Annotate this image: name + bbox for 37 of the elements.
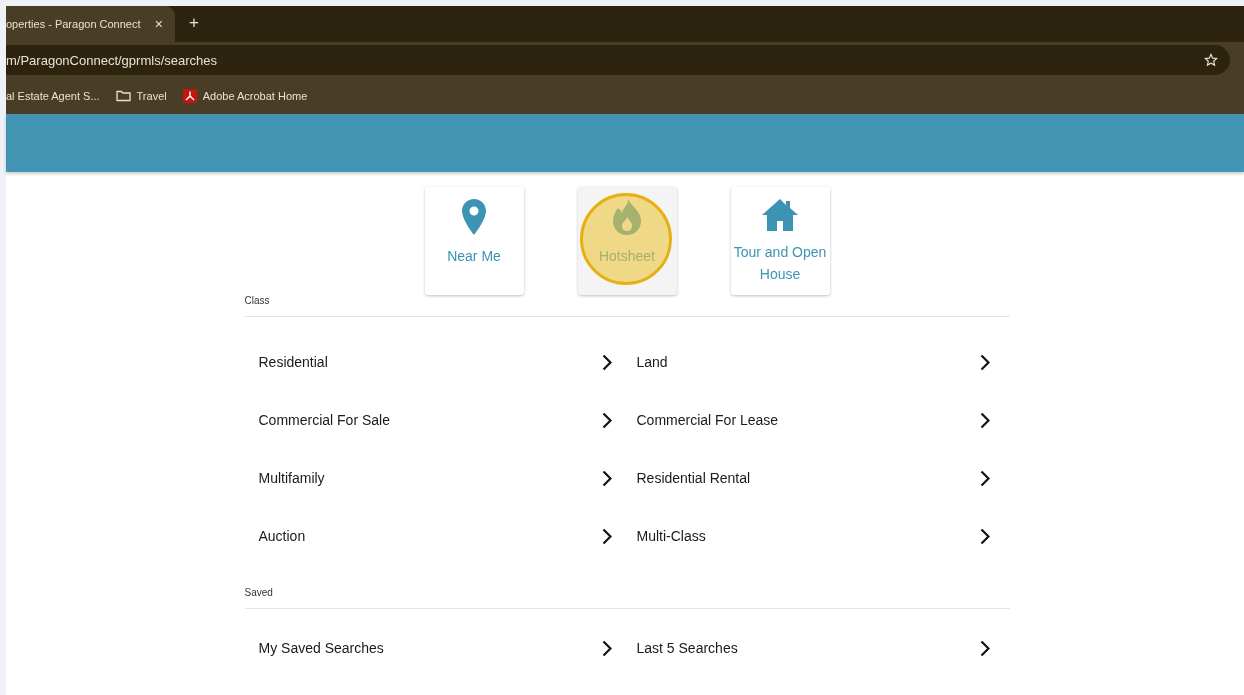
pdf-icon xyxy=(182,89,197,103)
address-bar[interactable]: m/ParagonConnect/gprmls/searches xyxy=(6,45,1230,75)
chevron-right-icon xyxy=(601,353,612,371)
chevron-right-icon xyxy=(979,639,990,657)
list-item[interactable]: Residential Rental xyxy=(636,449,990,507)
chevron-right-icon xyxy=(979,469,990,487)
close-tab-button[interactable]: × xyxy=(152,16,165,32)
bookmark-item[interactable]: al Estate Agent S... xyxy=(6,90,100,102)
flame-icon xyxy=(613,199,641,235)
chevron-right-icon xyxy=(601,639,612,657)
house-icon xyxy=(762,199,798,231)
list-item[interactable]: My Saved Searches xyxy=(258,625,612,671)
list-item[interactable]: Multi-Class xyxy=(636,507,990,565)
list-item[interactable]: Residential xyxy=(258,333,612,391)
section-heading: Saved xyxy=(244,587,1010,609)
list-item[interactable]: Auction xyxy=(258,507,612,565)
list-item[interactable]: Commercial For Sale xyxy=(258,391,612,449)
bookmark-item[interactable]: Adobe Acrobat Home xyxy=(182,89,308,103)
chevron-right-icon xyxy=(979,411,990,429)
browser-tab[interactable]: operties - Paragon Connect × xyxy=(6,6,175,42)
bookmark-item[interactable]: Travel xyxy=(115,90,167,102)
quick-search-tile[interactable]: Tour and Open House xyxy=(730,187,830,295)
quick-search-tile[interactable]: Near Me xyxy=(424,187,524,295)
chevron-right-icon xyxy=(979,527,990,545)
folder-icon xyxy=(115,90,131,102)
map-pin-icon xyxy=(462,199,486,235)
bookmark-star-icon[interactable] xyxy=(1204,53,1218,67)
list-item[interactable]: Commercial For Lease xyxy=(636,391,990,449)
chevron-right-icon xyxy=(601,411,612,429)
list-item[interactable]: Last 5 Searches xyxy=(636,625,990,671)
chevron-right-icon xyxy=(979,353,990,371)
new-tab-button[interactable]: + xyxy=(187,13,201,33)
list-item[interactable]: Land xyxy=(636,333,990,391)
list-item[interactable]: Multifamily xyxy=(258,449,612,507)
chevron-right-icon xyxy=(601,469,612,487)
section-heading: Class xyxy=(244,295,1010,317)
chevron-right-icon xyxy=(601,527,612,545)
